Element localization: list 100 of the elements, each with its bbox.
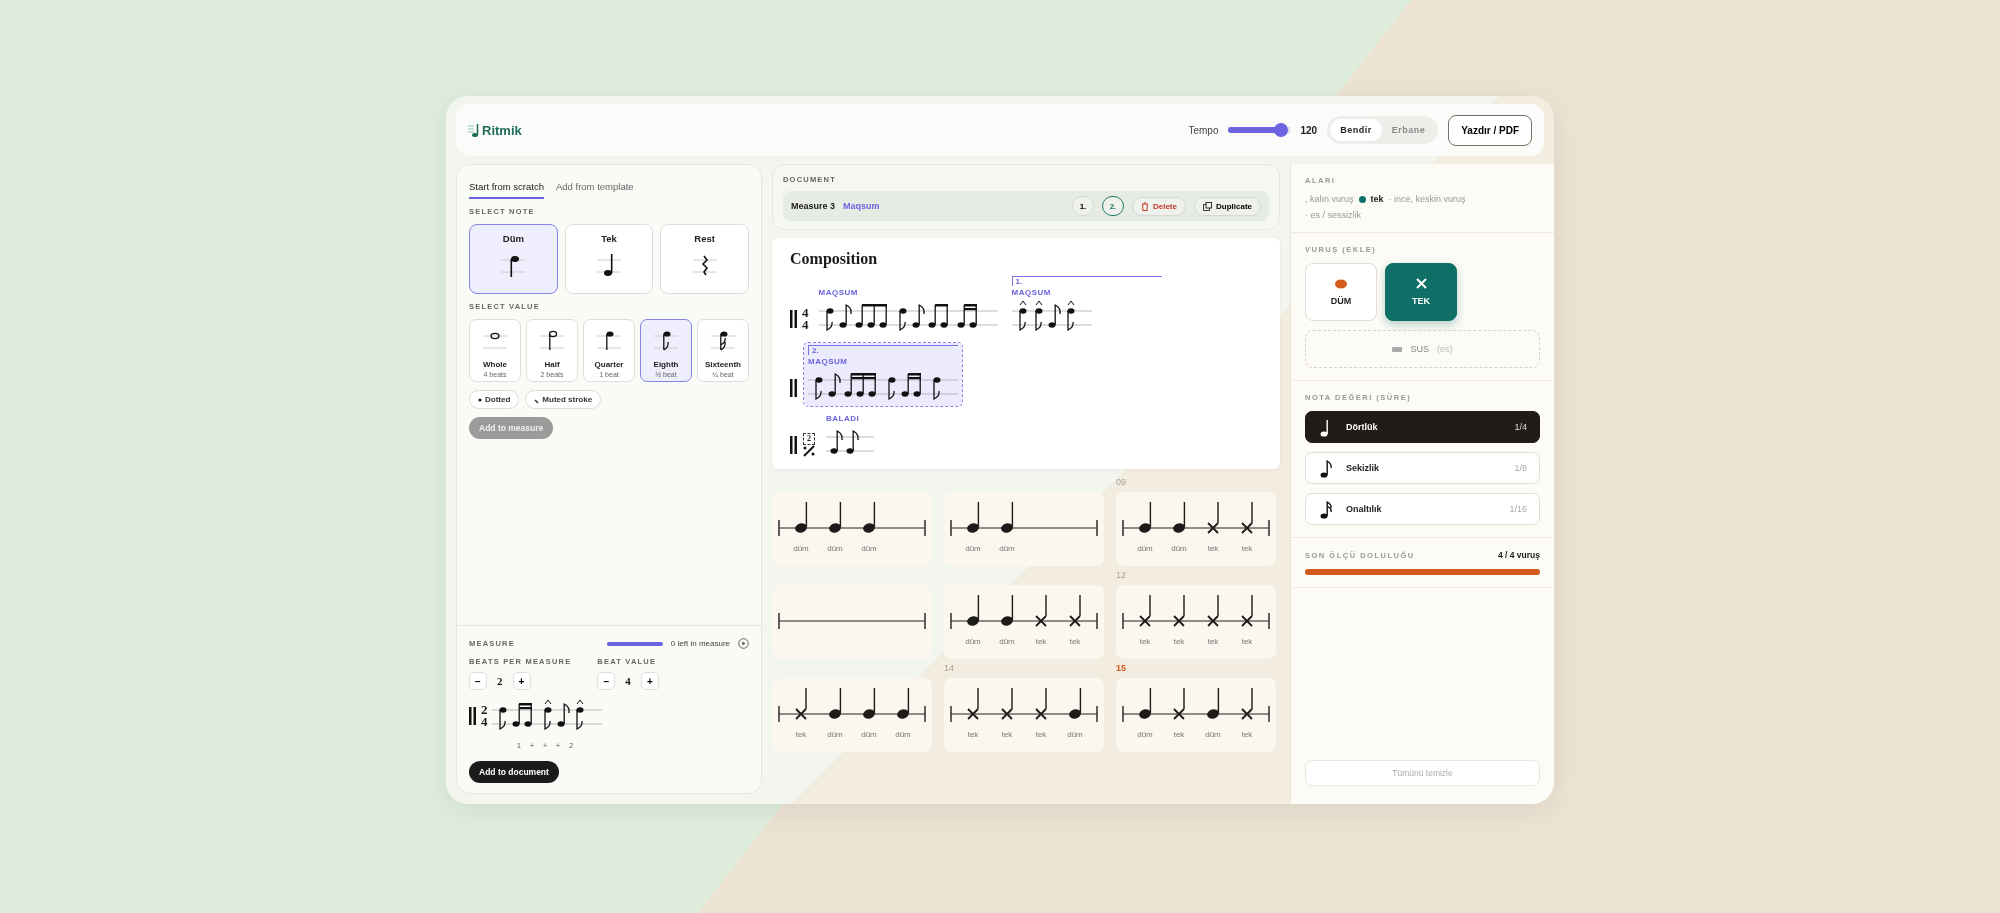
stroke-label: düm <box>860 544 878 553</box>
stroke-label: düm <box>964 544 982 553</box>
stroke-label: düm <box>1066 730 1084 739</box>
logo-icon <box>468 123 480 137</box>
delete-button[interactable]: Delete <box>1131 196 1186 216</box>
play-icon <box>738 638 749 649</box>
option-chip[interactable]: Muted stroke <box>525 390 602 409</box>
stroke-label: tek <box>1068 637 1082 646</box>
rhythm-label: MAQSUM <box>808 357 849 366</box>
stroke-label: tek <box>1172 637 1186 646</box>
stepper-value: 2 <box>497 675 503 687</box>
repeat-bar-icon <box>790 434 798 456</box>
duplicate-button[interactable]: Duplicate <box>1194 196 1261 216</box>
tab[interactable]: Start from scratch <box>469 179 544 199</box>
repeat-bar-icon <box>469 705 477 727</box>
time-signature-number: 4 <box>481 716 488 729</box>
measure-group[interactable]: 1. MAQSUM <box>1007 274 1166 337</box>
legend-term: tek <box>1370 194 1384 204</box>
rest-icon <box>1392 346 1403 352</box>
stroke-label: düm <box>1136 730 1154 739</box>
stroke-label: düm <box>998 544 1016 553</box>
stroke-label: tek <box>794 730 808 739</box>
stroke-label: tek <box>1206 544 1220 553</box>
measure-card[interactable]: tek düm düm düm <box>772 678 932 752</box>
note-icon <box>1318 458 1332 478</box>
option-chip[interactable]: Dotted <box>469 390 520 409</box>
tempo-label: Tempo <box>1188 124 1219 136</box>
note-value-option[interactable]: Onaltılık 1/16 <box>1305 493 1540 525</box>
stroke-label: düm <box>792 544 810 553</box>
stroke-label: düm <box>826 544 844 553</box>
note-value-option[interactable]: Sekizlik 1/8 <box>1305 452 1540 484</box>
note-option[interactable]: Rest <box>660 224 749 294</box>
decrement-button[interactable]: − <box>597 672 616 690</box>
legend-text: · es / sessizlik <box>1305 210 1361 220</box>
legend-text: · ince, keskin vuruş <box>1388 194 1466 204</box>
decrement-button[interactable]: − <box>469 672 487 690</box>
fill-reading: 4 / 4 vuruş <box>1497 550 1540 560</box>
measure-group[interactable]: BALADI <box>822 412 878 463</box>
stroke-label: tek <box>1000 730 1014 739</box>
repeat-bar-icon <box>790 377 798 399</box>
stroke-button[interactable]: DÜM <box>1305 263 1377 321</box>
stroke-label: düm <box>1170 544 1188 553</box>
increment-button[interactable]: + <box>640 672 659 690</box>
stroke-label: tek <box>1240 730 1254 739</box>
logo-text: Ritmik <box>482 122 522 138</box>
note-option[interactable]: Tek <box>564 224 654 294</box>
time-signature-number: 2 <box>481 703 488 716</box>
copy-icon <box>1203 201 1212 211</box>
repeat-bar-icon <box>790 308 798 330</box>
stroke-label: düm <box>964 637 982 646</box>
measure-card[interactable]: düm düm tek tek <box>944 585 1104 659</box>
stroke-label: düm <box>998 637 1016 646</box>
tab[interactable]: Add from template <box>555 179 634 199</box>
rhythm-label: BALADI <box>826 414 861 423</box>
remaining-text: 0 left in measure <box>670 639 730 648</box>
rhythm-label: MAQSUM <box>1011 288 1052 297</box>
stroke-label: tek <box>1034 730 1048 739</box>
rhythm-name: Maqsum <box>843 201 880 211</box>
measure-number: 12 <box>1116 570 1127 582</box>
measure-card[interactable] <box>772 585 932 659</box>
measure-card[interactable]: tek tek tek tek <box>1116 585 1276 659</box>
legend-text: , kalın vuruş <box>1305 194 1354 204</box>
measure-card[interactable]: düm düm <box>944 492 1104 566</box>
dot-icon <box>478 397 482 402</box>
measure-number: 15 <box>1116 663 1127 675</box>
measure-card[interactable]: tek tek tek düm <box>944 678 1104 752</box>
cross-icon <box>1415 278 1427 289</box>
stepper-value: 4 <box>625 675 631 687</box>
ending-button[interactable]: 2. <box>1101 196 1124 216</box>
play-button[interactable] <box>738 638 749 649</box>
stroke-label: tek <box>1172 730 1186 739</box>
ending-button[interactable]: 1. <box>1071 196 1094 216</box>
stroke-label: tek <box>1206 637 1220 646</box>
stroke-label: tek <box>1034 637 1048 646</box>
stroke-label: düm <box>860 730 878 739</box>
note-option[interactable]: Düm <box>469 224 558 294</box>
volta-bracket: 1. <box>1011 276 1162 286</box>
increment-button[interactable]: + <box>512 672 531 690</box>
instrument-option[interactable]: Bendir <box>1330 119 1382 141</box>
note-value-option[interactable]: Dörtlük 1/4 <box>1305 411 1540 443</box>
measure-card[interactable]: düm düm tek tek <box>1116 492 1276 566</box>
measure-group[interactable]: MAQSUM <box>814 286 1002 337</box>
measure-number: 14 <box>944 663 955 675</box>
stroke-label: tek <box>1240 637 1254 646</box>
measure-number: 09 <box>1116 477 1127 489</box>
stroke-label: tek <box>1240 544 1254 553</box>
note-icon <box>1318 499 1332 519</box>
print-button[interactable]: Yazdır / PDF <box>1448 114 1532 146</box>
repeat-count: 2 <box>803 433 815 445</box>
rest-button[interactable]: SUS (es) <box>1305 330 1540 368</box>
selected-measure[interactable]: 2. MAQSUM <box>804 343 962 406</box>
stroke-button[interactable]: TEK <box>1385 263 1457 321</box>
measure-card[interactable]: düm tek düm tek <box>1116 678 1276 752</box>
measure-card[interactable]: düm düm düm <box>772 492 932 566</box>
add-to-document-button[interactable]: Add to document <box>469 761 559 783</box>
stroke-label: düm <box>894 730 912 739</box>
rhythm-label: MAQSUM <box>818 288 859 297</box>
slider-thumb[interactable] <box>1274 123 1289 137</box>
stroke-label: tek <box>966 730 980 739</box>
repeat-measure-icon <box>802 444 816 457</box>
